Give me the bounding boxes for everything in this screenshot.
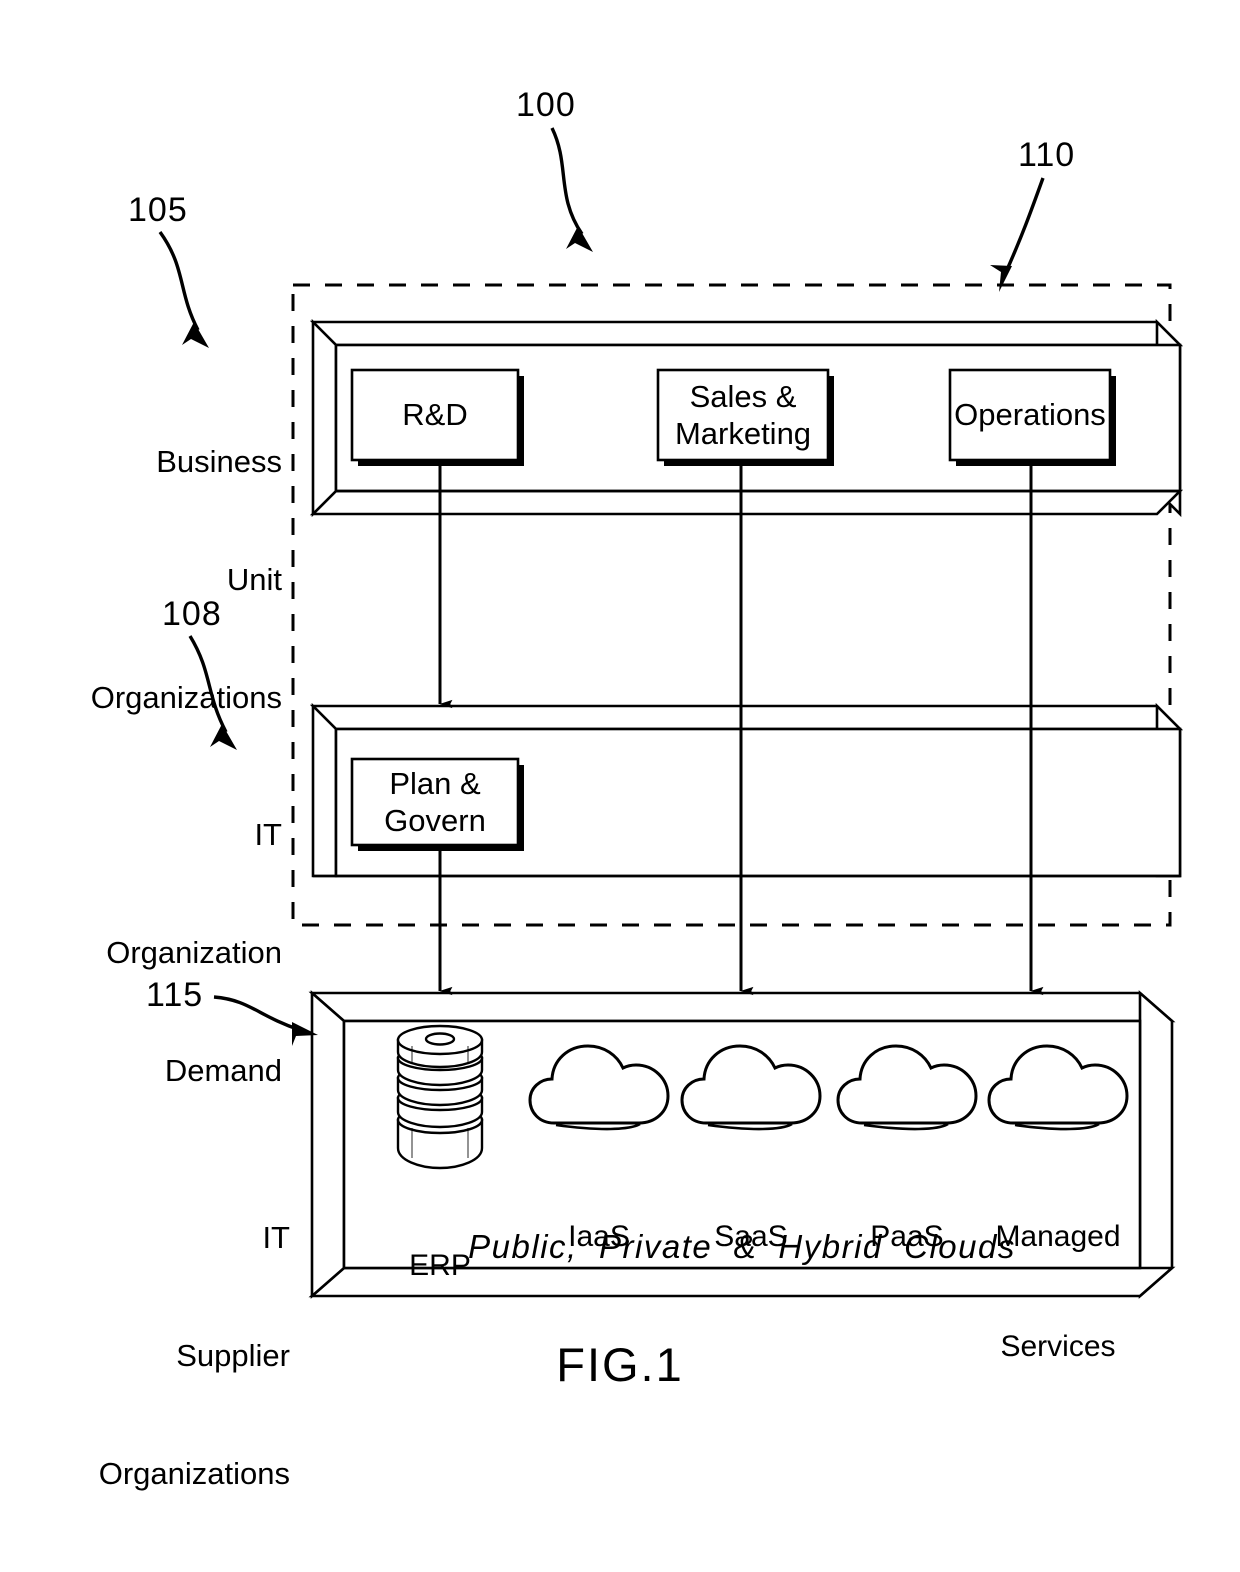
tier-label-line: IT [254, 816, 282, 852]
tier-label-line: Organizations [90, 679, 282, 715]
business-unit-box-rnd[interactable]: R&D [352, 370, 518, 460]
box-label-line: Sales & [689, 378, 797, 414]
it-organization-box-label: Plan & Govern [352, 765, 518, 839]
tier-label-line: Business [156, 443, 282, 479]
figure-title: FIG.1 [556, 1338, 684, 1391]
tier-label-line: Unit [226, 561, 282, 597]
tier-label-line: IT [262, 1219, 290, 1255]
tier-label-it-organization: IT Organization Demand [18, 736, 282, 1169]
tier-label-business-unit: Business Unit Organizations [18, 363, 282, 796]
clouds-banner-caption: Public, Private & Hybrid Clouds [468, 1228, 1016, 1265]
business-unit-box-label: R&D [352, 396, 518, 433]
box-label-line: Govern [384, 803, 486, 838]
business-unit-box-label: Sales & Marketing [658, 378, 828, 452]
tier-label-line: Organization [106, 934, 282, 970]
database-cylinder-icon [396, 1024, 484, 1170]
service-caption-managed-services: Managed Services [963, 1146, 1153, 1439]
box-label-line: R&D [402, 397, 468, 433]
business-unit-box-label: Operations [950, 396, 1110, 433]
reference-numeral-105: 105 [128, 191, 188, 229]
tier-label-line: Organizations [98, 1455, 290, 1491]
it-organization-box-plan-govern[interactable]: Plan & Govern [352, 759, 518, 845]
business-unit-box-sales-marketing[interactable]: Sales & Marketing [658, 370, 828, 460]
patent-figure-1: 100 105 110 108 115 Business Unit Organi… [0, 0, 1240, 1512]
box-label-line: Marketing [674, 416, 812, 451]
reference-numeral-100: 100 [516, 86, 576, 124]
box-label-line: Operations [954, 397, 1106, 433]
business-unit-box-operations[interactable]: Operations [950, 370, 1110, 460]
tier-label-line: Demand [164, 1052, 282, 1088]
box-label-line: Plan & [389, 765, 481, 801]
reference-numeral-110: 110 [1018, 136, 1076, 174]
